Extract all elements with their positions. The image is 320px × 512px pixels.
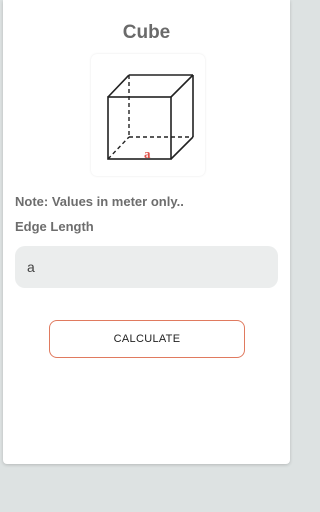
unit-note: Note: Values in meter only.. <box>15 194 184 209</box>
edge-length-input[interactable] <box>15 246 278 288</box>
calculator-card: Cube a Note: Values in meter only.. Edge… <box>3 0 290 464</box>
cube-diagram-icon: a <box>107 74 194 161</box>
edge-length-field <box>15 246 278 288</box>
calculate-button[interactable]: CALCULATE <box>49 320 245 358</box>
cube-figure: a <box>91 54 205 176</box>
edge-length-label: Edge Length <box>15 219 94 234</box>
page-title: Cube <box>122 22 171 43</box>
edge-label: a <box>144 146 151 161</box>
